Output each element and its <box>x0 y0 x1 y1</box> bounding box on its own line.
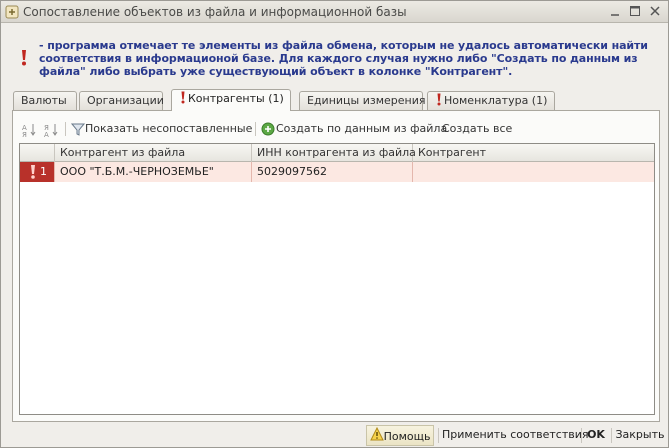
column-header-contractor[interactable]: Контрагент <box>413 144 654 162</box>
close-window-button[interactable] <box>646 3 664 20</box>
tab-contractors[interactable]: Контрагенты (1) <box>171 89 291 111</box>
column-header-marker[interactable] <box>20 144 55 162</box>
mapping-dialog: Сопоставление объектов из файла и информ… <box>0 0 669 448</box>
tab-nomenclature[interactable]: Номенклатура (1) <box>427 91 555 110</box>
create-from-file-label: Создать по данным из файла <box>276 122 448 135</box>
filter-icon <box>70 123 86 136</box>
close-button[interactable]: Закрыть <box>614 425 666 446</box>
tab-organizations[interactable]: Организации <box>79 91 164 110</box>
cell-contractor[interactable] <box>413 162 654 182</box>
cell-inn[interactable]: 5029097562 <box>252 162 413 182</box>
tab-label: Номенклатура (1) <box>444 94 548 107</box>
ok-label: OK <box>587 428 605 441</box>
create-from-file-button[interactable]: Создать по данным из файла <box>260 119 447 139</box>
apply-mappings-button[interactable]: Применить соответствия <box>442 425 588 446</box>
exclamation-flag-icon <box>181 91 185 104</box>
button-separator <box>581 428 582 443</box>
ok-button[interactable]: OK <box>584 425 608 446</box>
svg-text:A: A <box>44 131 49 139</box>
toolbar-separator <box>65 122 66 136</box>
info-text: - программа отмечает те элементы из файл… <box>39 39 648 78</box>
help-label: Помощь <box>383 430 431 443</box>
tab-label: Единицы измерения <box>307 94 426 107</box>
close-label: Закрыть <box>615 428 665 441</box>
maximize-button[interactable] <box>626 3 644 20</box>
maximize-icon <box>630 6 640 16</box>
minimize-icon <box>611 14 619 16</box>
svg-text:Я: Я <box>22 131 27 139</box>
title-bar: Сопоставление объектов из файла и информ… <box>1 1 668 23</box>
tab-units[interactable]: Единицы измерения <box>299 91 426 110</box>
tab-label: Валюты <box>21 94 67 107</box>
row-number: 1 <box>40 165 47 178</box>
button-separator <box>611 428 612 443</box>
toolbar: AЯ ЯA Показать несопоставленные Создать … <box>19 119 649 139</box>
button-separator <box>438 428 439 443</box>
tab-currencies[interactable]: Валюты <box>13 91 77 110</box>
help-warning-icon <box>369 426 384 441</box>
tab-label: Контрагенты (1) <box>188 92 284 105</box>
toolbar-separator <box>255 122 256 136</box>
help-button[interactable]: Помощь <box>366 425 434 446</box>
mapping-table: Контрагент из файла ИНН контрагента из ф… <box>19 143 655 415</box>
add-green-icon <box>261 122 275 136</box>
tab-label: Организации <box>87 94 164 107</box>
window-title: Сопоставление объектов из файла и информ… <box>23 5 407 19</box>
table-row[interactable]: 1 ООО "Т.Б.М.-ЧЕРНОЗЕМЬЕ" 5029097562 <box>20 162 654 182</box>
exclamation-flag-icon <box>437 93 441 106</box>
create-all-button[interactable]: Создать все <box>442 119 512 139</box>
column-header-contractor-from-file[interactable]: Контрагент из файла <box>55 144 252 162</box>
sort-descending-button[interactable]: ЯA <box>43 119 59 139</box>
close-icon <box>650 6 660 16</box>
sort-descending-icon: ЯA <box>44 124 58 139</box>
tab-panel: AЯ ЯA Показать несопоставленные Создать … <box>12 110 660 422</box>
exclamation-flag-icon <box>31 165 35 179</box>
app-icon <box>5 5 19 19</box>
create-all-label: Создать все <box>442 122 513 135</box>
cell-contractor-from-file[interactable]: ООО "Т.Б.М.-ЧЕРНОЗЕМЬЕ" <box>55 162 252 182</box>
sort-ascending-icon: AЯ <box>22 124 36 139</box>
show-unmatched-label: Показать несопоставленные <box>85 122 253 135</box>
bottom-button-bar: Помощь Применить соответствия OK Закрыть <box>1 425 668 447</box>
show-unmatched-button[interactable]: Показать несопоставленные <box>70 119 253 139</box>
exclamation-flag-icon <box>22 50 26 66</box>
apply-label: Применить соответствия <box>442 428 589 441</box>
minimize-button[interactable] <box>606 3 624 20</box>
table-header: Контрагент из файла ИНН контрагента из ф… <box>20 144 654 162</box>
row-marker[interactable]: 1 <box>20 162 55 182</box>
sort-ascending-button[interactable]: AЯ <box>21 119 37 139</box>
column-header-inn[interactable]: ИНН контрагента из файла <box>252 144 416 162</box>
